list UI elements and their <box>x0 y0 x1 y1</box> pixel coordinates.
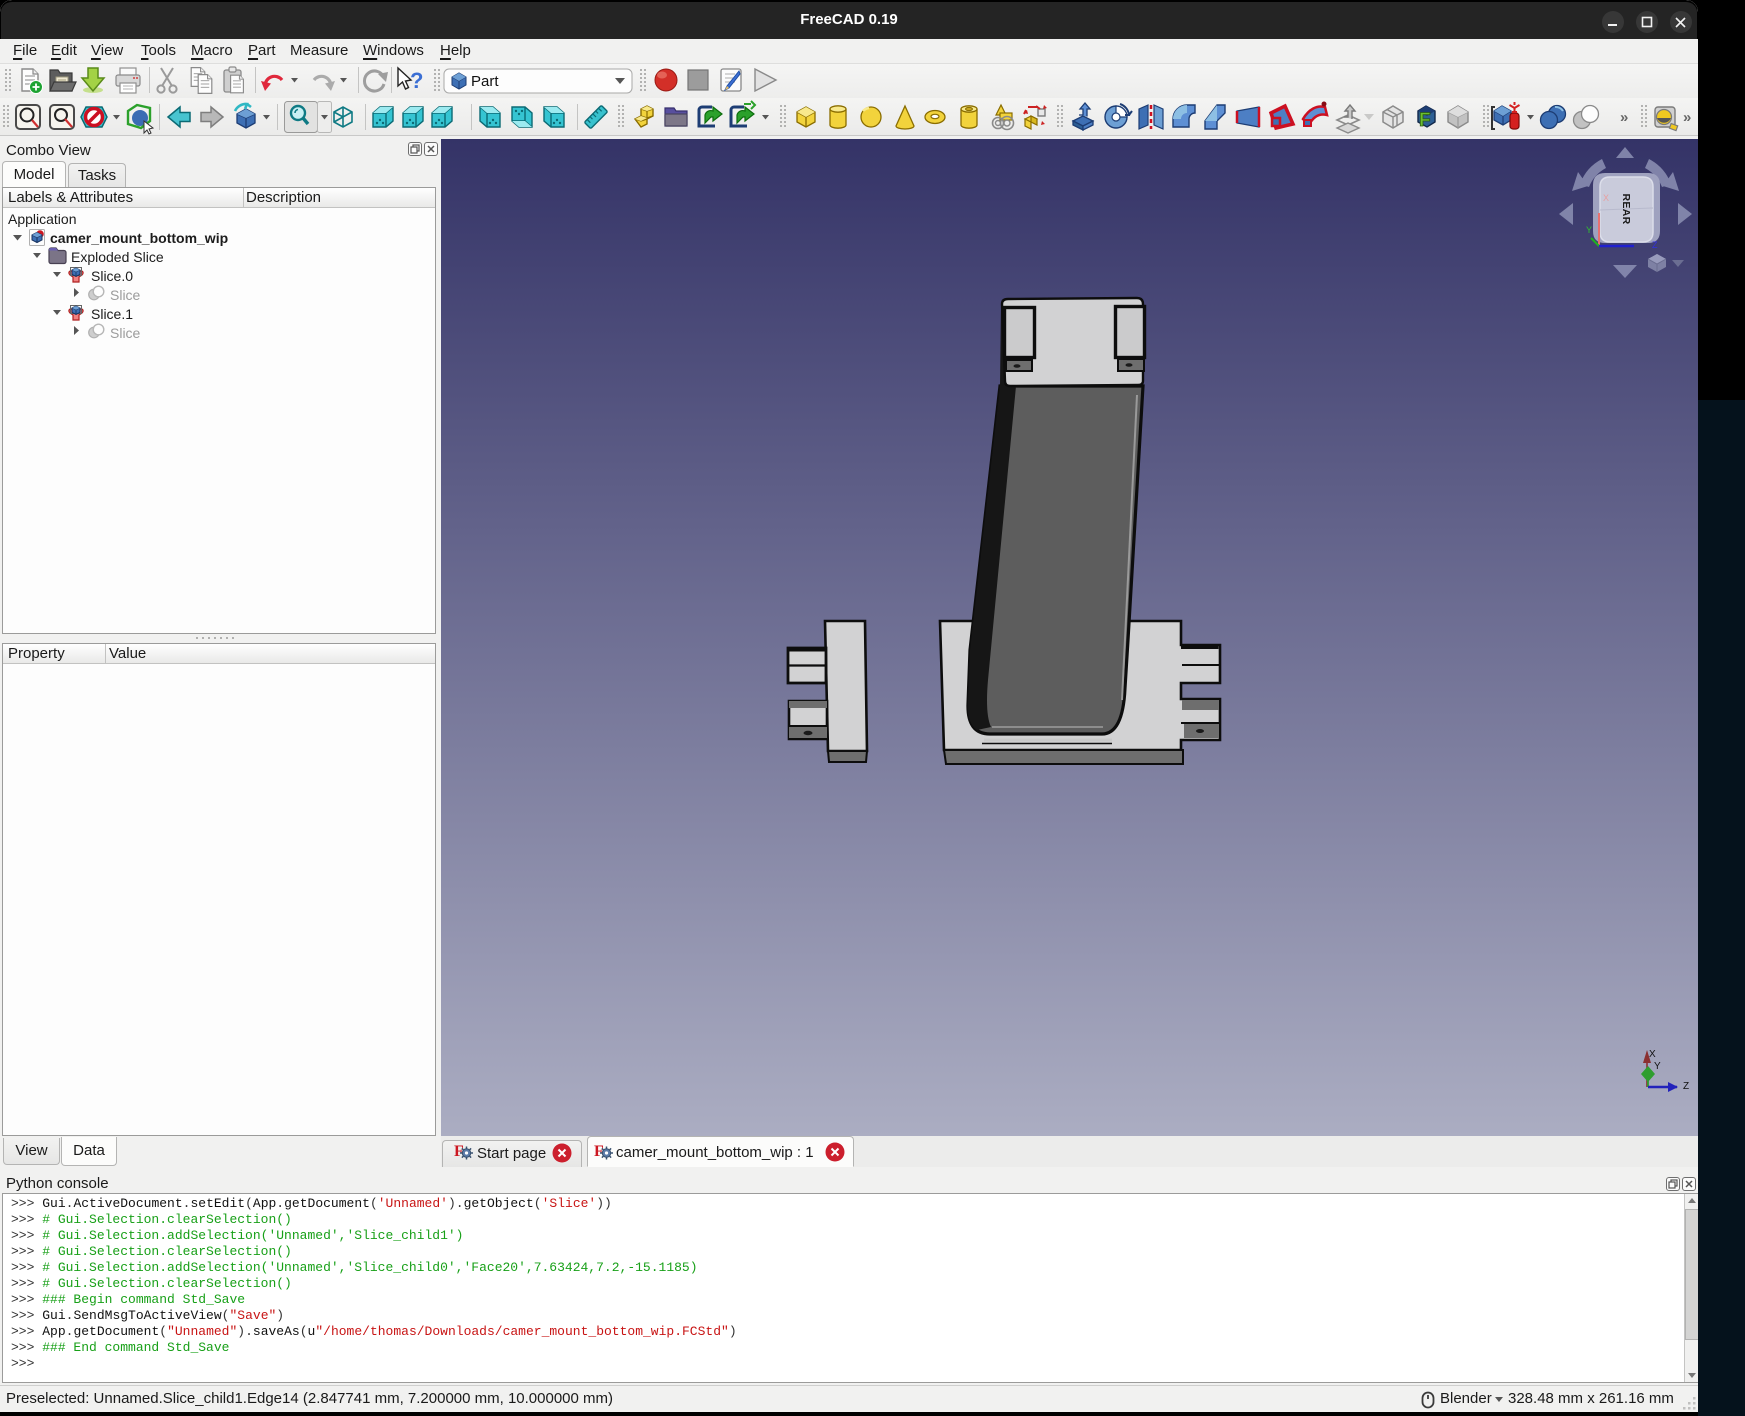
svg-text:F: F <box>1419 110 1431 131</box>
svg-text:X: X <box>1649 1049 1656 1060</box>
svg-text:»: » <box>1620 109 1628 126</box>
svg-text:Y: Y <box>1586 225 1592 235</box>
svg-text:Z: Z <box>1683 1081 1689 1092</box>
svg-text:Y: Y <box>1654 1061 1661 1072</box>
svg-text:Start page: Start page <box>477 1145 546 1162</box>
svg-text:Z: Z <box>1652 240 1658 250</box>
svg-text:Part: Part <box>471 73 499 90</box>
svg-text:»: » <box>1683 109 1691 126</box>
svg-text:X: X <box>1603 193 1609 203</box>
svg-text:camer_mount_bottom_wip : 1: camer_mount_bottom_wip : 1 <box>616 1144 814 1161</box>
svg-text:REAR: REAR <box>1620 194 1632 225</box>
